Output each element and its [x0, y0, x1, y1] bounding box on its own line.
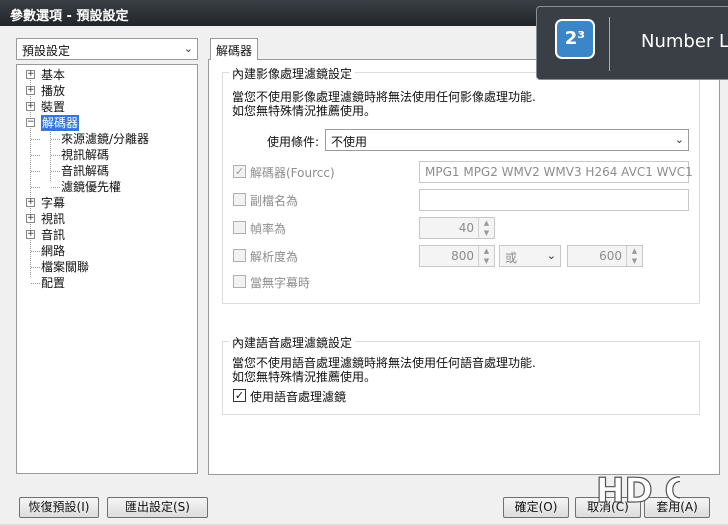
- tree-item-label: 視訊解碼: [61, 148, 110, 162]
- tree-item[interactable]: + 字幕: [17, 195, 197, 211]
- tree-item-label: 音訊: [41, 228, 66, 242]
- extension-field[interactable]: [419, 189, 689, 211]
- res-height-value: 600: [599, 249, 622, 263]
- tree-item[interactable]: 配置: [17, 275, 197, 291]
- use-condition-value: 不使用: [331, 135, 368, 149]
- tree-item[interactable]: + 音訊: [17, 227, 197, 243]
- preferences-client: 預設設定 ⌄ + 基本 + 播放 + 裝置 − 解碼器 來源濾鏡/分離器 視訊解碼 音訊解碼 濾鏡優先…: [0, 26, 728, 524]
- tree-guide-line: [31, 251, 40, 252]
- tree-item[interactable]: 濾鏡優先權: [17, 179, 197, 195]
- spin-down-icon[interactable]: ▼: [627, 256, 642, 266]
- resolution-checkbox[interactable]: [233, 249, 246, 262]
- tree-guide-line: [31, 155, 40, 156]
- chevron-down-icon: ⌄: [674, 133, 684, 146]
- res-height-spinner[interactable]: 600 ▲ ▼: [567, 245, 643, 267]
- expand-icon[interactable]: +: [26, 102, 35, 111]
- tree-guide-line: [31, 171, 40, 172]
- tree-item[interactable]: 音訊解碼: [17, 163, 197, 179]
- tree-item-label: 配置: [41, 276, 66, 290]
- audio-desc-line2: 如您無特殊情況推薦使用。: [232, 370, 377, 384]
- use-audio-filter-label: 使用語音處理濾鏡: [250, 390, 347, 404]
- resolution-label: 解析度為: [250, 250, 299, 264]
- tree-item[interactable]: + 基本: [17, 67, 197, 83]
- tree-item-label: 播放: [41, 84, 66, 98]
- tree-item[interactable]: 視訊解碼: [17, 147, 197, 163]
- fps-checkbox[interactable]: [233, 221, 246, 234]
- expand-icon[interactable]: +: [26, 70, 35, 79]
- tree-item-label: 解碼器: [41, 115, 80, 131]
- expand-icon[interactable]: +: [26, 86, 35, 95]
- tree-item[interactable]: + 視訊: [17, 211, 197, 227]
- video-group-title: 內建影像處理濾鏡設定: [229, 65, 356, 82]
- expand-icon[interactable]: +: [26, 198, 35, 207]
- audio-group-title: 內建語音處理濾鏡設定: [229, 334, 356, 351]
- tree-item-label: 網路: [41, 244, 66, 258]
- tree-item-label: 檔案關聯: [41, 260, 90, 274]
- tree-guide-line: [31, 267, 40, 268]
- spin-up-icon[interactable]: ▲: [479, 246, 494, 256]
- tree-item-label: 視訊: [41, 212, 66, 226]
- no-subtitle-checkbox[interactable]: [233, 275, 246, 288]
- tree-guide-line: [51, 155, 60, 156]
- tree-item-label: 字幕: [41, 196, 66, 210]
- res-width-spinner[interactable]: 800 ▲ ▼: [419, 245, 495, 267]
- tree-item[interactable]: 檔案關聯: [17, 259, 197, 275]
- fps-spinner[interactable]: 40 ▲ ▼: [419, 217, 495, 239]
- decoder-checkbox[interactable]: ✓: [233, 165, 246, 178]
- tree-item-label: 裝置: [41, 100, 66, 114]
- tree-item-label: 來源濾鏡/分離器: [61, 132, 150, 146]
- preset-select-value: 預設設定: [22, 44, 71, 58]
- preset-select[interactable]: 預設設定 ⌄: [16, 38, 198, 60]
- tree-item-label: 基本: [41, 68, 66, 82]
- hd-club-watermark: HD CLUB: [595, 470, 680, 511]
- restore-defaults-button[interactable]: 恢復預設(I): [19, 497, 99, 518]
- res-width-value: 800: [451, 249, 474, 263]
- spin-up-icon[interactable]: ▲: [627, 246, 642, 256]
- tree-guide-line: [31, 187, 40, 188]
- spin-up-icon[interactable]: ▲: [479, 218, 494, 228]
- video-desc-line2: 如您無特殊情況推薦使用。: [232, 104, 377, 118]
- tree-item[interactable]: − 解碼器: [17, 115, 197, 131]
- number-app-logo-icon: 2³: [555, 19, 595, 59]
- collapse-icon[interactable]: −: [26, 118, 35, 127]
- use-audio-filter-checkbox[interactable]: ✓: [233, 389, 246, 402]
- decoder-panel: 內建影像處理濾鏡設定 當您不使用影像處理濾鏡時將無法使用任何影像處理功能. 如您…: [208, 59, 720, 475]
- export-settings-button[interactable]: 匯出設定(S): [107, 497, 208, 518]
- tree-item-label: 濾鏡優先權: [61, 180, 122, 194]
- ok-button[interactable]: 確定(O): [503, 497, 569, 518]
- chevron-down-icon: ⌄: [183, 42, 193, 55]
- decoder-label: 解碼器(Fourcc): [250, 166, 335, 180]
- overlay-divider: [609, 17, 610, 71]
- no-subtitle-label: 當無字幕時: [250, 276, 311, 290]
- extension-label: 副檔名為: [250, 194, 299, 208]
- extension-checkbox[interactable]: [233, 193, 246, 206]
- spin-down-icon[interactable]: ▼: [479, 228, 494, 238]
- chevron-down-icon: ⌄: [546, 249, 556, 262]
- expand-icon[interactable]: +: [26, 214, 35, 223]
- res-operator-select[interactable]: 或 ⌄: [499, 245, 561, 267]
- tab-decoder[interactable]: 解碼器: [210, 38, 258, 60]
- tree-guide-line: [31, 283, 40, 284]
- use-condition-select[interactable]: 不使用 ⌄: [325, 129, 689, 151]
- decoder-fourcc-field[interactable]: MPG1 MPG2 WMV2 WMV3 H264 AVC1 WVC1: [419, 161, 693, 183]
- tree-item[interactable]: 網路: [17, 243, 197, 259]
- settings-tree[interactable]: + 基本 + 播放 + 裝置 − 解碼器 來源濾鏡/分離器 視訊解碼 音訊解碼 濾鏡優先權 + 字幕 + 視訊…: [16, 64, 198, 474]
- tree-item-label: 音訊解碼: [61, 164, 110, 178]
- expand-icon[interactable]: +: [26, 230, 35, 239]
- tree-guide-line: [31, 139, 40, 140]
- fps-label: 幀率為: [250, 222, 287, 236]
- tree-item[interactable]: 來源濾鏡/分離器: [17, 131, 197, 147]
- spin-down-icon[interactable]: ▼: [479, 256, 494, 266]
- tree-item[interactable]: + 播放: [17, 83, 197, 99]
- fps-value: 40: [458, 221, 474, 235]
- use-condition-label: 使用條件:: [267, 135, 320, 149]
- tree-guide-line: [51, 171, 60, 172]
- res-operator-value: 或: [505, 251, 518, 265]
- tree-guide-line: [51, 139, 60, 140]
- overlay-text: Number L: [641, 31, 728, 52]
- number-lock-overlay: 2³ Number L: [536, 6, 728, 80]
- watermark-text: HD CLUB: [596, 471, 680, 511]
- tree-guide-line: [51, 187, 60, 188]
- tree-item[interactable]: + 裝置: [17, 99, 197, 115]
